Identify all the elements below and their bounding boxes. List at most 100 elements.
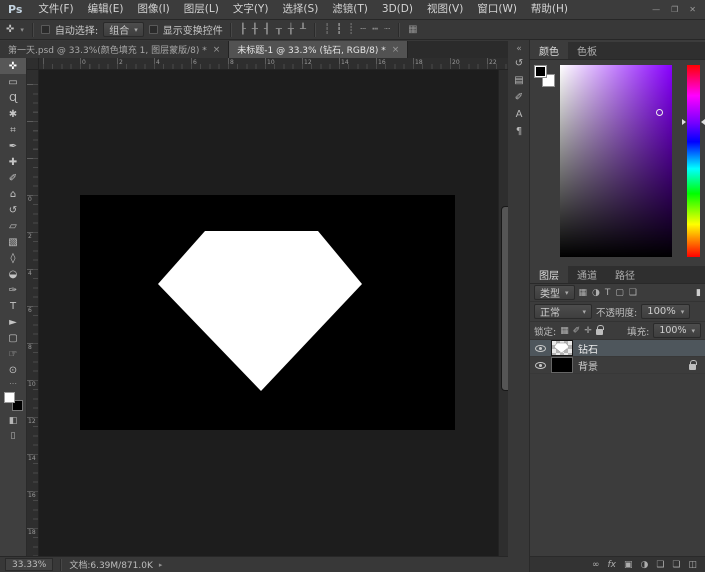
filter-type-layers-icon[interactable]: T: [605, 288, 611, 298]
brush-presets-panel-icon[interactable]: ✐: [508, 89, 530, 106]
tab-close-icon[interactable]: ×: [213, 45, 221, 55]
brush-tool[interactable]: ✐: [0, 170, 26, 186]
close-button[interactable]: ✕: [689, 5, 696, 14]
crop-tool[interactable]: ⌗: [0, 122, 26, 138]
layer-style-icon[interactable]: fx: [607, 560, 616, 570]
saturation-brightness-field[interactable]: [560, 65, 672, 257]
hue-slider-marker[interactable]: [682, 119, 686, 125]
layer-filter-toggle-icon[interactable]: ▮: [696, 288, 701, 298]
document-tab[interactable]: 第一天.psd @ 33.3%(颜色填充 1, 图层蒙版/8) *×: [0, 41, 229, 58]
opacity-dropdown[interactable]: 100% ▾: [641, 304, 690, 319]
tab-close-icon[interactable]: ×: [392, 45, 400, 55]
hand-tool[interactable]: ☞: [0, 346, 26, 362]
panel-tab[interactable]: 色板: [568, 42, 606, 59]
distribute-middle-icon[interactable]: ┇: [335, 24, 343, 35]
spot-healing-brush-tool[interactable]: ✚: [0, 154, 26, 170]
blend-mode-dropdown[interactable]: 正常 ▾: [534, 304, 592, 319]
status-expand-icon[interactable]: ▸: [159, 561, 163, 569]
align-top-icon[interactable]: ┰: [275, 24, 283, 35]
eyedropper-tool[interactable]: ✒: [0, 138, 26, 154]
lasso-tool[interactable]: Ɋ: [0, 90, 26, 106]
blur-tool[interactable]: ◊: [0, 250, 26, 266]
menu-item[interactable]: 图层(L): [177, 0, 226, 19]
add-layer-mask-icon[interactable]: ▣: [624, 560, 633, 570]
distribute-top-icon[interactable]: ┆: [323, 24, 331, 35]
new-layer-icon[interactable]: ❏: [672, 560, 680, 570]
panel-tab[interactable]: 通道: [568, 266, 606, 283]
quick-selection-tool[interactable]: ✱: [0, 106, 26, 122]
rectangle-tool[interactable]: ▢: [0, 330, 26, 346]
menu-item[interactable]: 编辑(E): [81, 0, 131, 19]
layer-thumbnail[interactable]: [551, 357, 573, 373]
menu-item[interactable]: 窗口(W): [470, 0, 524, 19]
paragraph-panel-icon[interactable]: ¶: [508, 123, 530, 140]
menu-item[interactable]: 3D(D): [375, 0, 420, 19]
foreground-color-swatch[interactable]: [4, 392, 15, 403]
panel-tab[interactable]: 路径: [606, 266, 644, 283]
horizontal-ruler[interactable]: 0246810121416182022: [39, 58, 508, 70]
visibility-eye-icon[interactable]: [535, 362, 546, 369]
layer-thumbnail[interactable]: [551, 340, 573, 356]
menu-item[interactable]: 滤镜(T): [325, 0, 375, 19]
rectangular-marquee-tool[interactable]: ▭: [0, 74, 26, 90]
panel-tab[interactable]: 颜色: [530, 42, 568, 59]
dodge-tool[interactable]: ◒: [0, 266, 26, 282]
move-tool[interactable]: ✜: [0, 58, 26, 74]
filter-pixel-layers-icon[interactable]: ▦: [579, 288, 588, 298]
zoom-tool[interactable]: ⊙: [0, 362, 26, 378]
align-center-h-icon[interactable]: ╂: [251, 24, 259, 35]
show-transform-checkbox[interactable]: [149, 25, 158, 34]
menu-item[interactable]: 文字(Y): [226, 0, 276, 19]
gradient-tool[interactable]: ▧: [0, 234, 26, 250]
auto-select-mode-dropdown[interactable]: 组合 ▾: [103, 22, 144, 37]
panel-tab[interactable]: 图层: [530, 266, 568, 283]
lock-position-icon[interactable]: ✛: [584, 326, 592, 336]
link-layers-icon[interactable]: ∞: [592, 560, 600, 570]
filter-smart-objects-icon[interactable]: ❑: [629, 288, 637, 298]
align-bottom-icon[interactable]: ┸: [299, 24, 307, 35]
lock-all-icon[interactable]: [596, 329, 603, 335]
canvas-pasteboard[interactable]: [39, 70, 498, 556]
lock-pixels-icon[interactable]: ✐: [573, 326, 581, 336]
distribute-right-icon[interactable]: ┈: [383, 24, 391, 35]
clone-stamp-tool[interactable]: ⌂: [0, 186, 26, 202]
align-right-icon[interactable]: ┨: [263, 24, 271, 35]
visibility-eye-icon[interactable]: [535, 345, 546, 352]
filter-adjustment-layers-icon[interactable]: ◑: [592, 288, 600, 298]
horizontal-type-tool[interactable]: T: [0, 298, 26, 314]
distribute-bottom-icon[interactable]: ┊: [347, 24, 355, 35]
quick-mask-icon[interactable]: ◧: [0, 413, 26, 428]
menu-item[interactable]: 帮助(H): [524, 0, 575, 19]
layer-row[interactable]: 背景: [530, 357, 705, 374]
menu-item[interactable]: 图像(I): [130, 0, 176, 19]
layer-row[interactable]: 钻石: [530, 340, 705, 357]
new-group-icon[interactable]: ❑: [656, 560, 664, 570]
hue-slider-marker[interactable]: [701, 119, 705, 125]
eraser-tool[interactable]: ▱: [0, 218, 26, 234]
properties-panel-icon[interactable]: ▤: [508, 72, 530, 89]
more-tools-icon[interactable]: ⋯: [0, 378, 26, 388]
menu-item[interactable]: 视图(V): [420, 0, 470, 19]
history-panel-icon[interactable]: ↺: [508, 55, 530, 72]
layer-filter-dropdown[interactable]: 类型 ▾: [534, 285, 575, 300]
menu-item[interactable]: 文件(F): [31, 0, 80, 19]
collapse-dock-icon[interactable]: «: [508, 42, 530, 55]
character-panel-icon[interactable]: A: [508, 106, 530, 123]
adjustment-layer-icon[interactable]: ◑: [640, 560, 648, 570]
history-brush-tool[interactable]: ↺: [0, 202, 26, 218]
document-canvas[interactable]: [80, 195, 455, 430]
minimize-button[interactable]: —: [652, 5, 660, 14]
auto-align-icon[interactable]: ▦: [407, 24, 418, 35]
color-field-cursor[interactable]: [656, 109, 663, 116]
pen-tool[interactable]: ✑: [0, 282, 26, 298]
path-selection-tool[interactable]: ►: [0, 314, 26, 330]
vertical-ruler[interactable]: 024681012141618: [27, 70, 39, 556]
align-middle-icon[interactable]: ╁: [287, 24, 295, 35]
document-tab[interactable]: 未标题-1 @ 33.3% (钻石, RGB/8) *×: [229, 41, 408, 58]
hue-slider[interactable]: [687, 65, 700, 257]
zoom-level-field[interactable]: 33.33%: [5, 558, 53, 571]
screen-mode-icon[interactable]: ▯: [0, 428, 26, 443]
distribute-left-icon[interactable]: ┄: [359, 24, 367, 35]
align-left-icon[interactable]: ┠: [239, 24, 247, 35]
lock-transparency-icon[interactable]: ▦: [560, 326, 569, 336]
